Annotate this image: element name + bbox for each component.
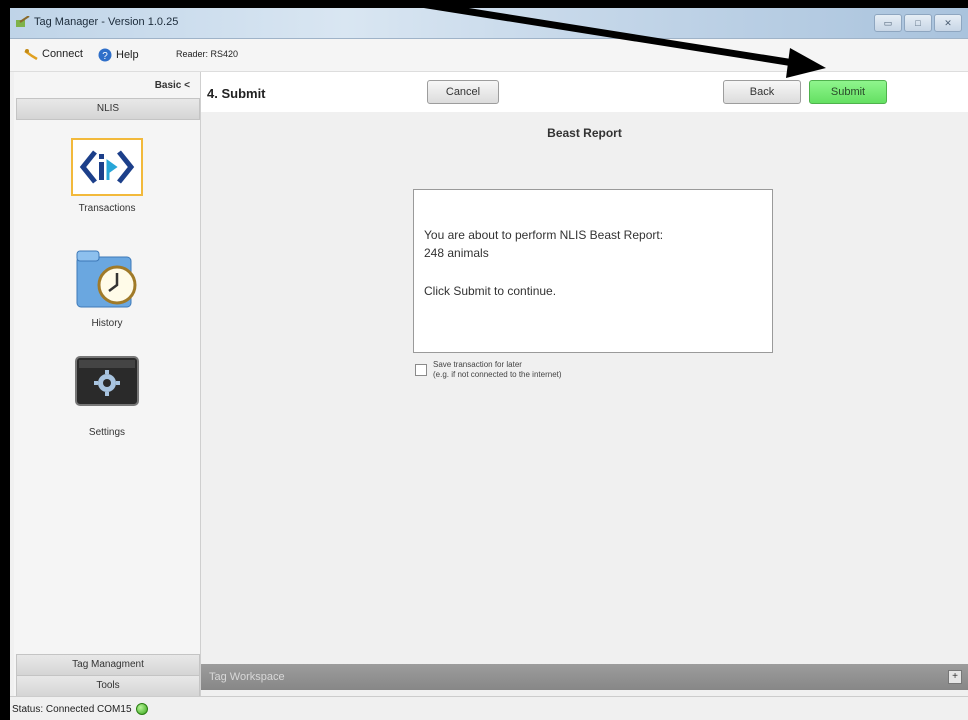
sidebar-item-history[interactable]: History: [14, 247, 200, 329]
step-header: 4. Submit Cancel Back Submit: [201, 72, 968, 112]
cancel-button[interactable]: Cancel: [427, 80, 499, 104]
reader-label: Reader: RS420: [176, 49, 239, 59]
confirmation-message-box: You are about to perform NLIS Beast Repo…: [413, 189, 773, 353]
svg-text:?: ?: [102, 51, 108, 62]
minimize-button[interactable]: ▭: [874, 14, 902, 32]
close-button[interactable]: ✕: [934, 14, 962, 32]
message-line: You are about to perform NLIS Beast Repo…: [424, 228, 664, 242]
submit-button[interactable]: Submit: [809, 80, 887, 104]
status-connected-icon: [135, 703, 148, 715]
sidebar-item-settings[interactable]: Settings: [14, 356, 200, 438]
tag-workspace-bar[interactable]: Tag Workspace +: [201, 664, 968, 690]
sidebar-section-tools[interactable]: Tools: [16, 675, 200, 697]
sidebar-section-nlis[interactable]: NLIS: [16, 98, 200, 120]
connection-status: Status: Connected COM15: [12, 703, 148, 715]
help-icon: ?: [98, 48, 112, 62]
connect-label: Connect: [42, 48, 83, 60]
save-label-line: (e.g. if not connected to the internet): [433, 370, 562, 379]
connect-icon: [24, 49, 38, 60]
sidebar-item-transactions[interactable]: Transactions: [14, 138, 200, 214]
connect-menu[interactable]: Connect: [24, 48, 83, 60]
status-label: Status: Connected COM15: [12, 703, 132, 715]
gear-icon: [75, 356, 139, 406]
expand-workspace-button[interactable]: +: [948, 670, 962, 684]
basic-mode-toggle[interactable]: Basic <: [155, 80, 190, 91]
back-button[interactable]: Back: [723, 80, 801, 104]
title-bar: Tag Manager - Version 1.0.25 ▭ □ ✕: [10, 8, 968, 39]
nlis-id-icon: [71, 138, 143, 196]
step-title: 4. Submit: [207, 86, 266, 101]
menu-bar: Connect ? Help Reader: RS420: [10, 39, 968, 72]
message-line: Click Submit to continue.: [424, 284, 557, 298]
help-label: Help: [116, 49, 139, 61]
sidebar-item-label: History: [91, 318, 123, 329]
maximize-button[interactable]: □: [904, 14, 932, 32]
message-line: 248 animals: [424, 246, 489, 260]
save-for-later-checkbox[interactable]: [415, 364, 427, 376]
status-bar: Status: Connected COM15: [10, 696, 968, 720]
help-menu[interactable]: ? Help: [98, 48, 139, 62]
window-title: Tag Manager - Version 1.0.25: [34, 16, 179, 28]
reader-indicator: Reader: RS420: [176, 49, 238, 59]
window-controls: ▭ □ ✕: [874, 14, 962, 32]
sidebar-section-tag-management[interactable]: Tag Managment: [16, 654, 200, 676]
sidebar: Basic < NLIS Transactions History Settin…: [14, 72, 201, 697]
save-for-later-label: Save transaction for later (e.g. if not …: [433, 360, 562, 380]
clock-folder-icon: [76, 250, 137, 308]
tag-workspace-label: Tag Workspace: [209, 671, 285, 683]
app-icon: [16, 16, 30, 27]
sidebar-item-label: Transactions: [78, 203, 136, 214]
report-title: Beast Report: [547, 126, 622, 140]
save-label-line: Save transaction for later: [433, 360, 522, 369]
sidebar-item-label: Settings: [88, 427, 126, 438]
main-panel: 4. Submit Cancel Back Submit Beast Repor…: [201, 72, 968, 672]
app-window: Tag Manager - Version 1.0.25 ▭ □ ✕ Conne…: [10, 8, 968, 720]
save-for-later-option[interactable]: Save transaction for later (e.g. if not …: [415, 360, 562, 380]
